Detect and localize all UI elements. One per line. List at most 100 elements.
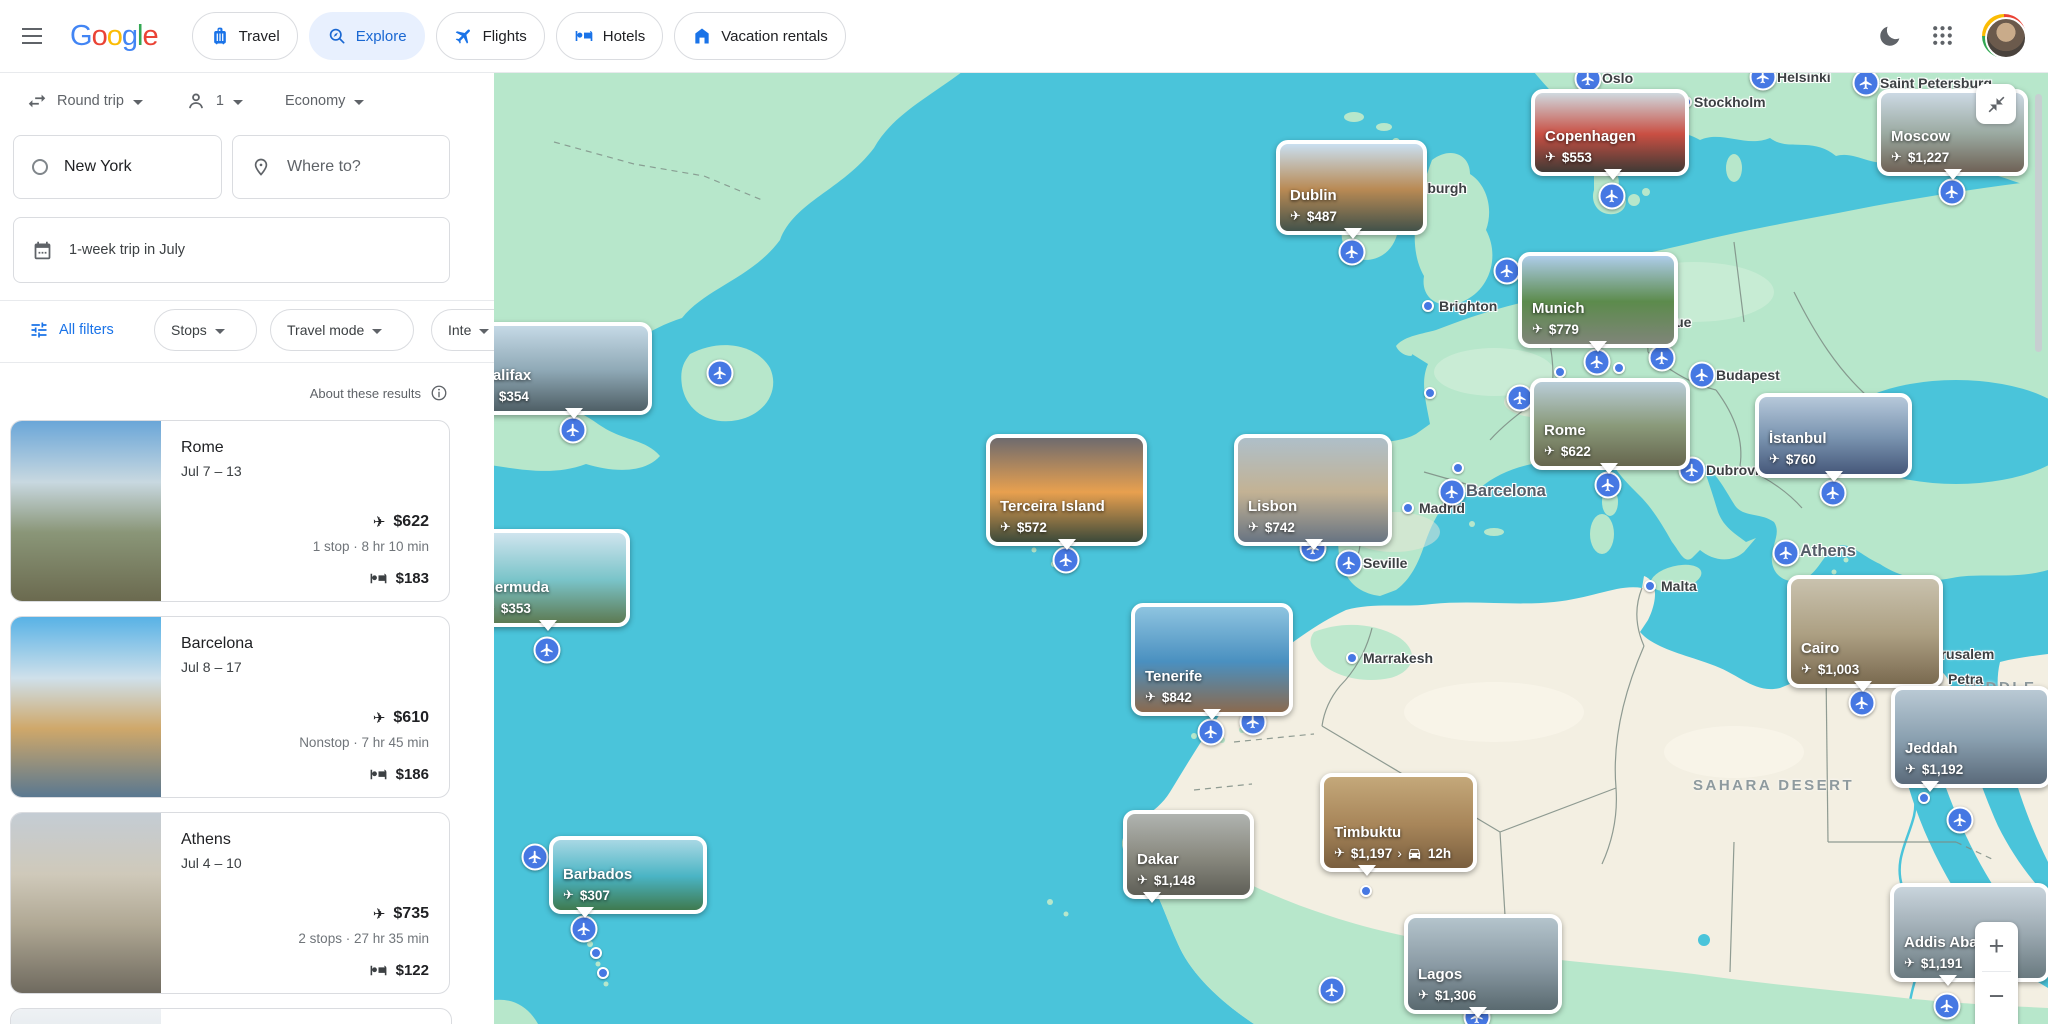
map-marker-terceira-island[interactable]: Terceira Island ✈ $572	[986, 434, 1147, 550]
marker-pointer	[1469, 1007, 1487, 1024]
map[interactable]: SAHARA DESERTMIDDLEOsloHelsinkiSaint Pet…	[494, 72, 2048, 1024]
map-marker-munich[interactable]: Munich ✈ $779	[1518, 252, 1678, 352]
nav-pill-explore[interactable]: Explore	[308, 12, 425, 60]
plane-icon: ✈	[1290, 208, 1301, 223]
result-flight-price: ✈ $735	[373, 905, 429, 923]
map-marker-barbados[interactable]: Barbados ✈ $307	[549, 836, 707, 918]
map-pin-st-johns[interactable]	[706, 359, 734, 387]
map-marker-copenhagen[interactable]: Copenhagen ✈ $553	[1531, 89, 1689, 180]
marker-price-value: $487	[1306, 208, 1337, 224]
map-pin-seville[interactable]	[1335, 549, 1363, 577]
map-pin-barcelona[interactable]	[1438, 478, 1466, 506]
map-marker-addis-ababa[interactable]: Addis Ababa ✈ $1,191	[1890, 883, 2048, 986]
map-pin-vienna[interactable]	[1648, 344, 1676, 372]
google-apps-button[interactable]	[1930, 23, 1956, 49]
map-pin-jeddah[interactable]	[1946, 806, 1974, 834]
map-label-barcelona: Barcelona	[1466, 482, 1546, 500]
marker-price: ✈$354	[494, 388, 529, 404]
hotel-bed-icon	[369, 961, 388, 980]
map-marker-bermuda[interactable]: Bermuda ✈ $353	[494, 529, 630, 631]
plane-icon: ✈	[1000, 519, 1011, 534]
filter-pill-travel-mode[interactable]: Travel mode	[270, 309, 414, 351]
plane-icon	[1779, 546, 1794, 561]
map-pin-addis-ababa[interactable]	[1933, 992, 1961, 1020]
map-scrollbar[interactable]	[2035, 94, 2042, 352]
destination-input[interactable]: Where to?	[232, 135, 450, 199]
map-dot	[1424, 387, 1436, 399]
map-label-brighton: Brighton	[1439, 298, 1498, 314]
marker-price: ✈ $1,148	[1137, 872, 1195, 888]
dark-mode-toggle[interactable]	[1878, 23, 1904, 49]
map-pin-west-africa[interactable]	[1318, 976, 1346, 1004]
result-hotel-price: $183	[369, 569, 429, 588]
marker-price: ✈ $1,191	[1904, 955, 1962, 971]
map-pin-budapest[interactable]	[1688, 361, 1716, 389]
zoom-in-button[interactable]: +	[1975, 922, 2018, 971]
google-logo-letter: G	[70, 19, 93, 52]
map-marker-halifax[interactable]: Halifax ✈$354	[494, 322, 652, 419]
nav-pill-hotels[interactable]: Hotels	[555, 12, 664, 60]
trip-type-value: Round trip	[57, 93, 124, 109]
result-card-partial[interactable]	[10, 1008, 452, 1024]
about-results-row: About these results	[310, 384, 448, 402]
map-marker-lagos[interactable]: Lagos ✈ $1,306	[1404, 914, 1562, 1018]
collapse-map-button[interactable]	[1976, 84, 2016, 124]
origin-input[interactable]: New York	[13, 135, 222, 199]
result-flight-price: ✈ $610	[373, 709, 429, 727]
marker-price-value: $553	[1561, 149, 1592, 165]
plane-icon	[1605, 189, 1620, 204]
map-marker-rome[interactable]: Rome ✈ $622	[1530, 378, 1690, 474]
nav-pill-vacation-rentals[interactable]: Vacation rentals	[674, 12, 846, 60]
filter-pill-label: Travel mode	[287, 322, 365, 338]
map-pin-bermuda[interactable]	[533, 636, 561, 664]
map-marker-tenerife[interactable]: Tenerife ✈ $842	[1131, 603, 1293, 720]
divider	[0, 362, 494, 363]
marker-price: ✈ $1,192	[1905, 761, 1963, 777]
map-marker-i-stanbul[interactable]: İstanbul ✈ $760	[1755, 393, 1912, 482]
menu-button[interactable]	[8, 12, 56, 60]
result-card-barcelona[interactable]: Barcelona Jul 8 – 17 ✈ $610 Nonstop · 7 hr 4…	[10, 616, 450, 798]
result-card-athens[interactable]: Athens Jul 4 – 10 ✈ $735 2 stops · 27 hr 35 …	[10, 812, 450, 994]
map-marker-dakar[interactable]: Dakar ✈ $1,148	[1123, 810, 1254, 903]
info-icon[interactable]	[430, 384, 448, 402]
result-card-rome[interactable]: Rome Jul 7 – 13 ✈ $622 1 stop · 8 hr 10 min $…	[10, 420, 450, 602]
nav-pill-label: Flights	[482, 27, 527, 45]
nav-pill-flights[interactable]: Flights	[435, 12, 545, 60]
map-marker-timbuktu[interactable]: Timbuktu ✈ $1,197 › 12h	[1320, 773, 1477, 876]
plane-icon	[1655, 351, 1670, 366]
filter-pill-stops[interactable]: Stops	[154, 309, 257, 351]
filter-pill-inte[interactable]: Inte	[431, 309, 494, 351]
marker-city: Jeddah	[1905, 740, 1958, 757]
map-pin-athens[interactable]	[1772, 539, 1800, 567]
top-navbar: Google Travel Explore Flights Hotels Vacatio…	[0, 0, 2048, 73]
plane-icon	[1325, 983, 1340, 998]
zoom-out-button[interactable]: −	[1975, 972, 2018, 1021]
person-icon	[185, 90, 207, 112]
map-pin-amsterdam[interactable]	[1493, 257, 1521, 285]
map-pin-antilles-west[interactable]	[521, 843, 549, 871]
nav-pill-label: Hotels	[602, 27, 646, 45]
google-logo[interactable]: Google	[70, 19, 159, 53]
dates-input[interactable]: 1-week trip in July	[13, 217, 450, 283]
marker-price: ✈ $1,227	[1891, 149, 1949, 165]
map-marker-lisbon[interactable]: Lisbon ✈ $742	[1234, 434, 1392, 550]
marker-city: Rome	[1544, 422, 1586, 439]
nav-pill-travel[interactable]: Travel	[191, 12, 298, 60]
flight-price-value: $622	[393, 513, 429, 530]
profile-avatar[interactable]	[1982, 14, 2027, 59]
all-filters-button[interactable]: All filters	[23, 319, 120, 341]
trip-type-select[interactable]: Round trip	[26, 90, 143, 112]
map-marker-jeddah[interactable]: Jeddah ✈ $1,192	[1891, 686, 2048, 792]
marker-price-value: $1,227	[1907, 149, 1950, 165]
cabin-class-value: Economy	[284, 93, 346, 109]
map-marker-cairo[interactable]: Cairo ✈ $1,003	[1787, 575, 1943, 692]
plane-icon	[1445, 485, 1460, 500]
result-city: Rome	[181, 439, 224, 456]
map-marker-dublin[interactable]: Dublin ✈ $487	[1276, 140, 1427, 239]
plane-icon	[528, 850, 543, 865]
result-thumbnail	[11, 617, 161, 797]
origin-value: New York	[64, 158, 132, 175]
passengers-select[interactable]: 1	[185, 90, 243, 112]
marker-pointer	[1305, 539, 1323, 559]
cabin-class-select[interactable]: Economy	[284, 93, 365, 109]
